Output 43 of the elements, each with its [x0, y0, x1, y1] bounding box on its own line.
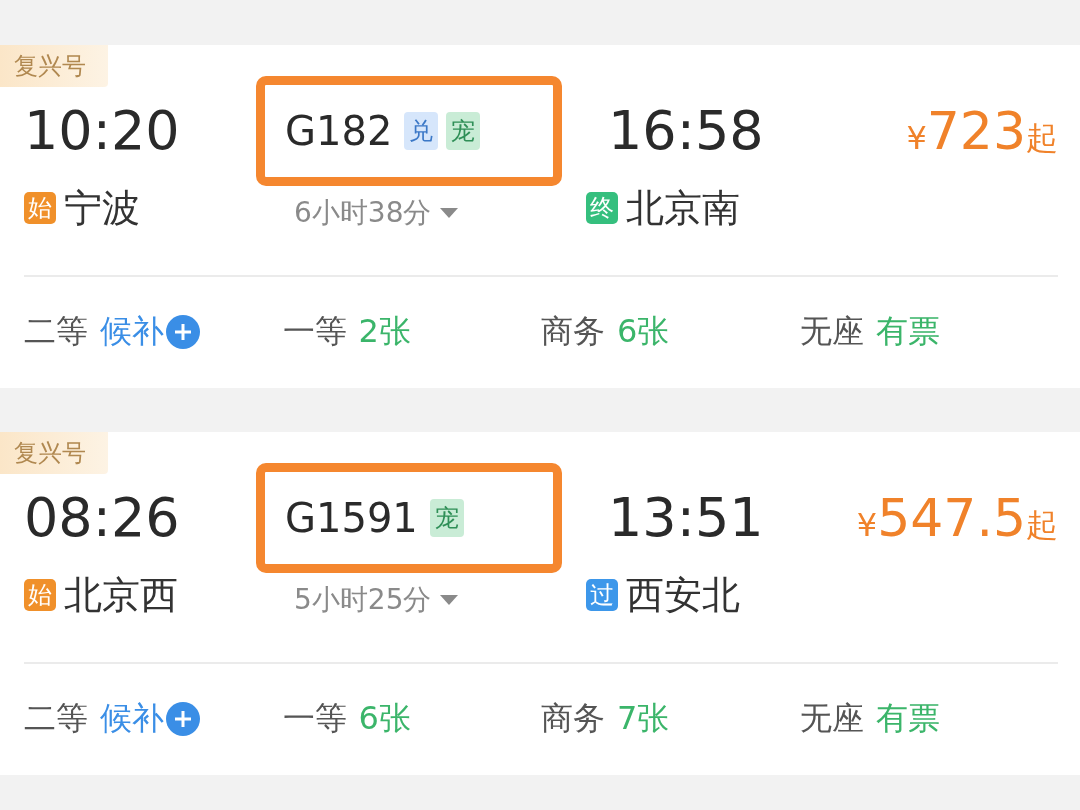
station-name: 北京南 — [626, 184, 740, 232]
seat-class: 一等 — [282, 698, 347, 739]
seat-availability: 7张 — [617, 698, 670, 739]
seat-availability: 2张 — [358, 311, 411, 352]
duration-label: 5小时25分 — [294, 582, 432, 618]
station-marker: 终 — [586, 192, 618, 224]
train-type-badge: 复兴号 — [0, 432, 108, 474]
station-name: 宁波 — [64, 184, 140, 232]
seat-availability: 6张 — [617, 311, 670, 352]
add-icon[interactable] — [166, 702, 200, 736]
train-card[interactable]: 复兴号 08:26 G1591 宠 13:51 ¥547.5起 始 北京西 5小时25分 过 西安北 二等 候补 一等 6张 商务 7张 无座 有票 — [0, 432, 1080, 775]
seat-class: 无座 — [799, 698, 864, 739]
service-tag: 宠 — [429, 499, 464, 537]
price-label: ¥547.5起 — [856, 488, 1058, 548]
dropdown-caret-icon[interactable] — [439, 594, 460, 606]
arrival-time: 13:51 — [607, 491, 765, 545]
seat-availability: 有票 — [875, 311, 940, 352]
station-name: 西安北 — [626, 571, 740, 619]
station-name: 北京西 — [64, 571, 178, 619]
price-label: ¥723起 — [906, 101, 1058, 161]
train-number: G1591 — [285, 495, 418, 541]
seat-class: 一等 — [282, 311, 347, 352]
seat-class: 二等 — [24, 311, 88, 352]
arrival-time: 16:58 — [607, 104, 765, 158]
dropdown-caret-icon[interactable] — [439, 207, 460, 219]
train-type-badge: 复兴号 — [0, 45, 108, 87]
departure-time: 10:20 — [24, 104, 181, 158]
train-card[interactable]: 复兴号 10:20 G182 兑 宠 16:58 ¥723起 始 宁波 6小时38分 终 北京南 二等 候补 一等 2张 商务 6张 无座 有票 — [0, 45, 1080, 388]
duration-label: 6小时38分 — [294, 195, 432, 231]
seat-availability: 有票 — [875, 698, 940, 739]
station-marker: 过 — [586, 579, 618, 611]
service-tag: 兑 — [404, 112, 439, 150]
service-tag: 宠 — [446, 112, 481, 150]
seat-class: 二等 — [24, 698, 88, 739]
station-marker: 始 — [24, 579, 56, 611]
seat-availability: 6张 — [358, 698, 411, 739]
seat-class: 商务 — [541, 311, 605, 352]
station-marker: 始 — [24, 192, 56, 224]
seat-class: 无座 — [799, 311, 864, 352]
add-icon[interactable] — [166, 315, 200, 349]
seat-class: 商务 — [541, 698, 605, 739]
train-number: G182 — [285, 108, 393, 154]
departure-time: 08:26 — [24, 491, 181, 545]
